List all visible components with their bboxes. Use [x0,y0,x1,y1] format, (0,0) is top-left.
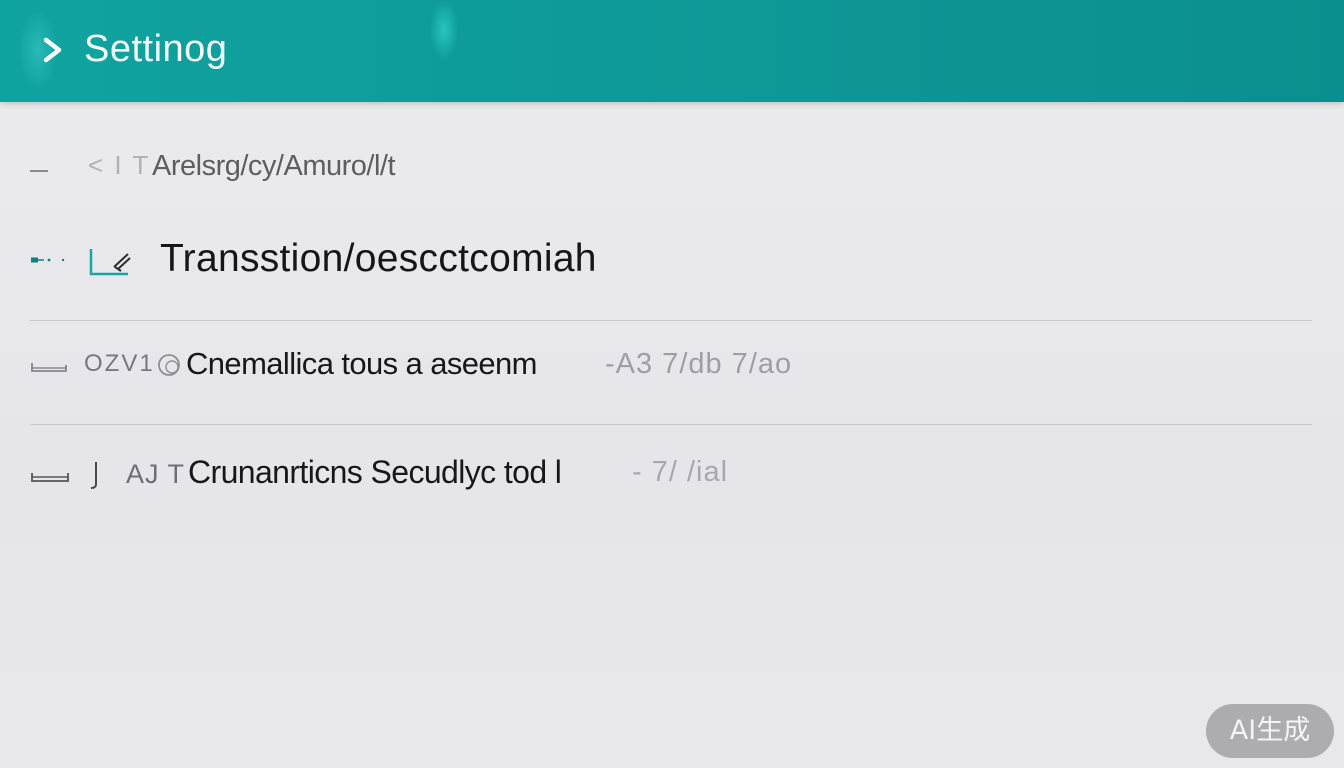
row-code: OZV1 [84,350,155,377]
ring-icon [158,354,180,376]
app-header: Settinog [0,0,1344,102]
tray-icon [31,363,67,372]
row-code: AJ T [126,459,186,489]
edit-tile-icon [89,249,131,276]
page-title: Settinog [84,28,228,70]
row-label: Transstion/oescctcomiah [160,237,597,280]
ai-generated-badge: AI生成 [1206,704,1334,758]
row-trailing-text: -A3 7/db 7/ao [605,348,793,380]
settings-row[interactable]: < I T Arelsrg/cy/Amuro/l/t [0,140,1344,200]
row-trailing-text: - 7/ /ial [632,456,729,488]
settings-row[interactable]: AJ T Crunanrticns Secudlyc tod l - 7/ /i… [0,448,1344,508]
chevron-right-icon[interactable] [40,36,66,64]
slider-dots-icon [31,257,65,263]
row-prefix: < I T [88,150,151,180]
row-divider [30,320,1312,321]
row-label: Crunanrticns Secudlyc tod l [188,454,562,490]
row-label: Arelsrg/cy/Amuro/l/t [152,150,396,182]
settings-row[interactable]: Transstion/oescctcomiah [0,225,1344,295]
settings-screen: Settinog < I T Arelsrg/cy/Amuro/l/t Tran… [0,0,1344,768]
row-label: Cnemallica tous a aseenm [186,346,538,381]
settings-row[interactable]: OZV1 Cnemallica tous a aseenm -A3 7/db 7… [0,340,1344,400]
dash-icon [30,170,48,172]
row-divider [30,424,1312,425]
header-glow [430,0,458,60]
bar-icon [90,462,97,489]
tray-icon [31,473,69,482]
